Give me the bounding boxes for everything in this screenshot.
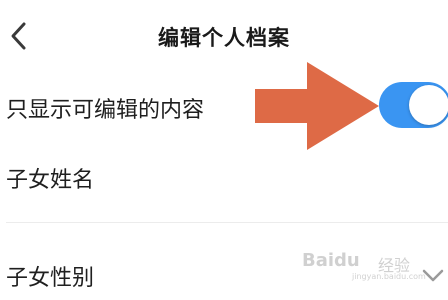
child-name-row[interactable]: 子女姓名 (0, 140, 448, 222)
page-title: 编辑个人档案 (158, 26, 290, 50)
child-name-label: 子女姓名 (6, 168, 95, 193)
toggle-knob (409, 85, 448, 125)
divider (6, 222, 448, 223)
watermark-url: jingyan.baidu.com (352, 272, 426, 281)
baidu-jingyan-watermark: Baidu 经验 jingyan.baidu.com (300, 246, 426, 281)
child-gender-label: 子女性别 (6, 266, 95, 291)
watermark-brand: Baidu (302, 250, 360, 271)
only-editable-label: 只显示可编辑的内容 (6, 98, 205, 123)
only-editable-toggle[interactable] (379, 82, 448, 128)
